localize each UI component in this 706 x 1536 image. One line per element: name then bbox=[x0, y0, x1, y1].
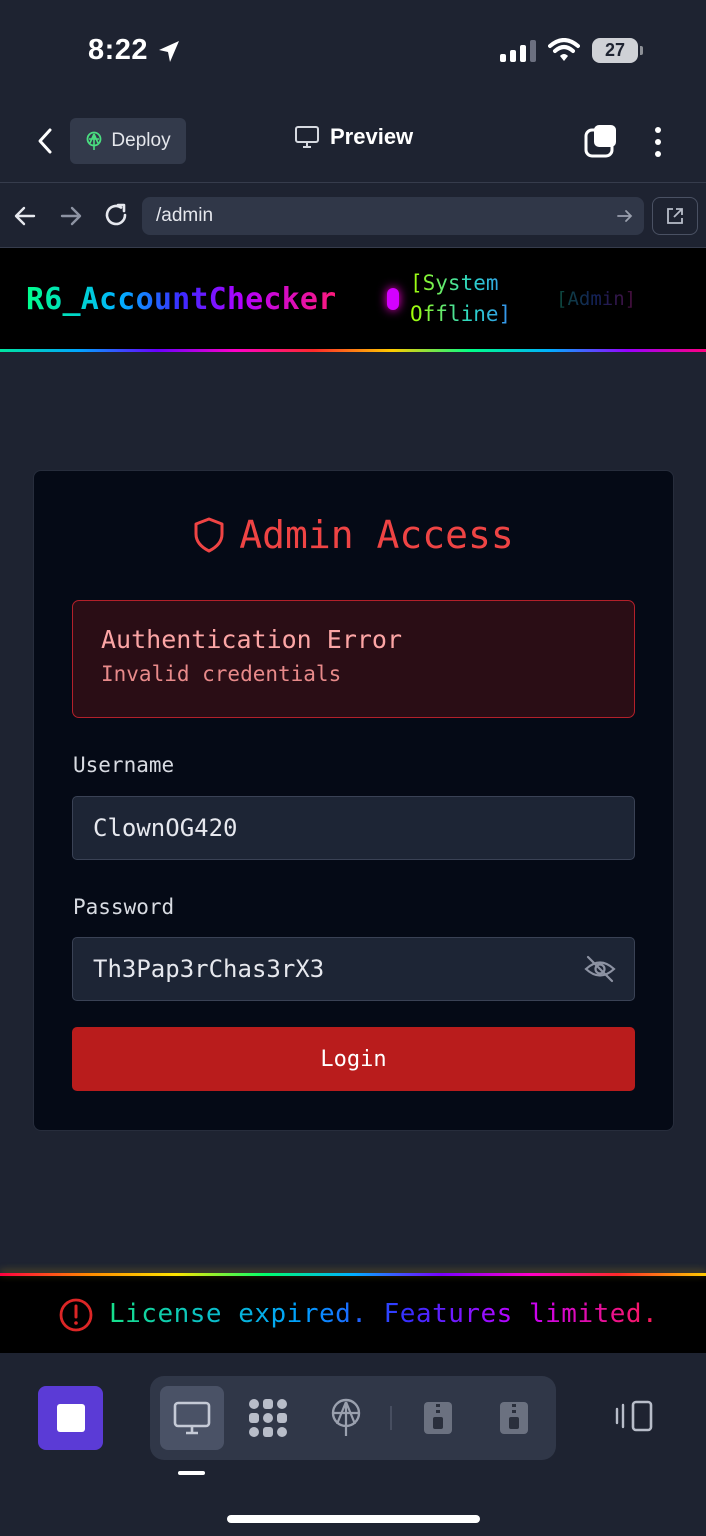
site-header: R6_AccountChecker [System Offline] [Admi… bbox=[0, 248, 706, 352]
zip-tool-button-2[interactable] bbox=[482, 1386, 546, 1450]
zip-icon bbox=[500, 1402, 528, 1434]
battery-indicator: 27 bbox=[592, 38, 643, 63]
nav-back-icon[interactable] bbox=[12, 203, 38, 229]
monitor-icon bbox=[173, 1401, 211, 1435]
external-link-icon bbox=[667, 208, 683, 224]
preview-title: Preview bbox=[294, 124, 413, 150]
zip-tool-button-1[interactable] bbox=[406, 1386, 470, 1450]
password-value: Th3Pap3rChas3rX3 bbox=[93, 955, 325, 983]
card-title-text: Admin Access bbox=[239, 513, 514, 557]
split-view-icon[interactable] bbox=[614, 1399, 656, 1433]
admin-login-card: Admin Access Authentication Error Invali… bbox=[33, 470, 674, 1131]
zip-icon bbox=[424, 1402, 452, 1434]
monitor-icon bbox=[295, 126, 319, 148]
preview-label: Preview bbox=[330, 124, 414, 149]
username-value: ClownOG420 bbox=[93, 814, 238, 842]
status-indicator-dot bbox=[387, 288, 399, 310]
password-input[interactable]: Th3Pap3rChas3rX3 bbox=[72, 937, 635, 1001]
system-status: [System Offline] bbox=[410, 268, 530, 330]
deploy-icon bbox=[331, 1398, 361, 1436]
shield-icon bbox=[194, 517, 224, 553]
card-title: Admin Access bbox=[34, 513, 673, 557]
error-message: Invalid credentials bbox=[101, 662, 342, 686]
admin-link[interactable]: [Admin] bbox=[556, 288, 636, 310]
status-time: 8:22 bbox=[88, 34, 149, 66]
apps-grid-icon bbox=[249, 1399, 287, 1437]
tabs-icon[interactable] bbox=[584, 124, 618, 158]
stop-icon bbox=[56, 1404, 85, 1432]
username-label: Username bbox=[73, 753, 175, 777]
preview-tool-button[interactable] bbox=[160, 1386, 224, 1450]
url-text: /admin bbox=[156, 205, 214, 226]
license-message: License expired. Features limited. bbox=[109, 1299, 659, 1329]
error-alert: Authentication Error Invalid credentials bbox=[72, 600, 635, 718]
site-logo[interactable]: R6_AccountChecker bbox=[26, 282, 336, 317]
bottom-toolbar bbox=[0, 1353, 706, 1536]
username-input[interactable]: ClownOG420 bbox=[72, 796, 635, 860]
apps-tool-button[interactable] bbox=[236, 1386, 300, 1450]
go-arrow-icon[interactable] bbox=[616, 207, 634, 225]
license-banner: License expired. Features limited. bbox=[0, 1273, 706, 1353]
wifi-icon bbox=[548, 38, 580, 61]
deploy-icon bbox=[87, 131, 102, 150]
location-arrow-icon bbox=[159, 41, 179, 62]
login-button[interactable]: Login bbox=[72, 1027, 635, 1091]
deploy-button[interactable]: Deploy bbox=[70, 118, 186, 164]
deploy-tool-button[interactable] bbox=[314, 1386, 378, 1450]
open-external-button[interactable] bbox=[652, 197, 698, 235]
home-indicator bbox=[227, 1515, 480, 1523]
reload-icon[interactable] bbox=[102, 201, 130, 229]
app-header: Deploy Preview bbox=[0, 100, 706, 182]
nav-forward-icon[interactable] bbox=[58, 203, 84, 229]
password-label: Password bbox=[73, 895, 175, 919]
cellular-signal-icon bbox=[500, 40, 536, 62]
alert-circle-icon bbox=[59, 1298, 93, 1332]
browser-toolbar: /admin bbox=[0, 182, 706, 248]
back-chevron-icon[interactable] bbox=[30, 124, 62, 158]
stop-button[interactable] bbox=[38, 1386, 103, 1450]
url-input[interactable]: /admin bbox=[142, 197, 644, 235]
more-options-button[interactable] bbox=[648, 124, 668, 160]
error-title: Authentication Error bbox=[101, 625, 403, 654]
tool-tray bbox=[150, 1376, 556, 1460]
ios-status-bar: 8:22 27 bbox=[0, 0, 706, 100]
deploy-label: Deploy bbox=[111, 130, 171, 151]
active-tab-indicator bbox=[178, 1471, 205, 1475]
tray-divider bbox=[390, 1406, 392, 1430]
eye-off-icon[interactable] bbox=[584, 954, 616, 984]
